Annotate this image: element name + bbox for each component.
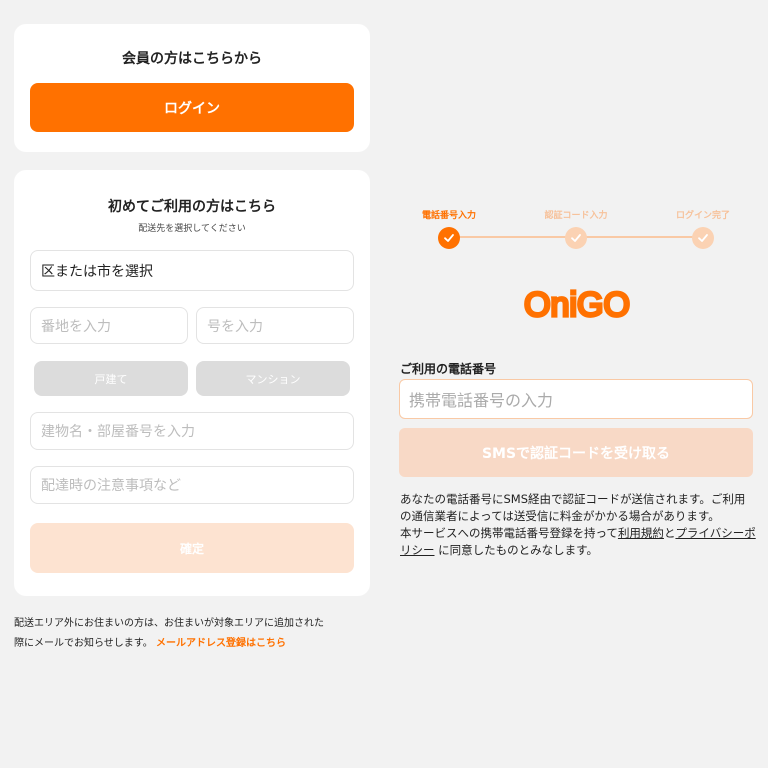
notice-para2-suffix: に同意したものとみなします。	[434, 543, 599, 557]
step-login-complete: ログイン完了	[665, 208, 741, 249]
login-card: 会員の方はこちらから ログイン	[14, 24, 370, 152]
notice-and: と	[663, 526, 676, 540]
phone-label: ご利用の電話番号	[400, 362, 497, 376]
notice-para2-prefix: 本サービスへの携帯電話番号登録を持って	[400, 526, 618, 540]
check-icon	[565, 227, 587, 249]
step-phone-input: 電話番号入力	[411, 208, 487, 249]
area-select[interactable]: 区または市を選択	[30, 250, 354, 291]
phone-placeholder: 携帯電話番号の入力	[409, 391, 554, 410]
building-input[interactable]: 建物名・部屋番号を入力	[30, 412, 354, 450]
banchi-placeholder: 番地を入力	[41, 318, 111, 335]
register-card-title: 初めてご利用の方はこちら	[108, 199, 276, 215]
area-select-value: 区または市を選択	[41, 263, 153, 280]
step-label: ログイン完了	[675, 211, 730, 221]
notice-para1: あなたの電話番号にSMS経由で認証コードが送信されます。ご利用の通信業者によって…	[400, 492, 746, 523]
phone-input[interactable]: 携帯電話番号の入力	[399, 379, 753, 419]
banchi-input[interactable]: 番地を入力	[30, 307, 188, 344]
check-icon	[438, 227, 460, 249]
sms-code-button[interactable]: SMSで認証コードを受け取る	[399, 428, 753, 477]
confirm-button[interactable]: 確定	[30, 523, 354, 573]
out-of-area-footnote: 配送エリア外にお住まいの方は、お住まいが対象エリアに追加された 際にメールでお知…	[14, 614, 374, 654]
step-code-input: 認証コード入力	[538, 208, 614, 249]
delivery-note-input[interactable]: 配達時の注意事項など	[30, 466, 354, 504]
onigo-logo-text: OniGO	[524, 286, 630, 323]
go-input[interactable]: 号を入力	[196, 307, 354, 344]
footnote-line1: 配送エリア外にお住まいの方は、お住まいが対象エリアに追加された	[14, 618, 324, 629]
register-card: 初めてご利用の方はこちら 配送先を選択してください 区または市を選択 番地を入力…	[14, 170, 370, 596]
register-card-subtitle: 配送先を選択してください	[138, 224, 246, 234]
login-card-title: 会員の方はこちらから	[122, 51, 262, 67]
building-placeholder: 建物名・部屋番号を入力	[41, 424, 195, 440]
check-icon	[692, 227, 714, 249]
login-button[interactable]: ログイン	[30, 83, 354, 132]
go-placeholder: 号を入力	[207, 318, 263, 335]
sms-notice: あなたの電話番号にSMS経由で認証コードが送信されます。ご利用の通信業者によって…	[400, 491, 756, 559]
house-type-detached-button[interactable]: 戸建て	[34, 361, 188, 396]
email-register-link[interactable]: メールアドレス登録はこちら	[156, 638, 286, 649]
footnote-line2: 際にメールでお知らせします。	[14, 638, 153, 649]
house-type-mansion-button[interactable]: マンション	[196, 361, 350, 396]
terms-link[interactable]: 利用規約	[618, 526, 664, 540]
onigo-logo: OniGO	[512, 283, 642, 325]
progress-stepper: 電話番号入力 認証コード入力 ログイン完了	[410, 208, 750, 258]
step-label: 電話番号入力	[421, 211, 476, 221]
step-label: 認証コード入力	[544, 211, 608, 221]
delivery-note-placeholder: 配達時の注意事項など	[41, 478, 181, 494]
